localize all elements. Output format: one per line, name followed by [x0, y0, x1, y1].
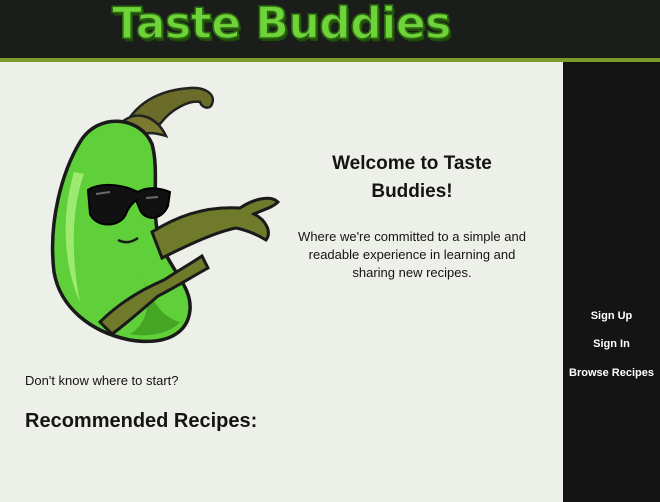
welcome-title: Welcome to Taste Buddies! — [332, 153, 492, 202]
site-header: Taste Buddies — [0, 0, 660, 62]
sidebar-item-browse-recipes[interactable]: Browse Recipes — [563, 367, 660, 379]
start-prompt: Don't know where to start? — [25, 373, 179, 388]
site-logo[interactable]: Taste Buddies — [111, 0, 452, 50]
sidebar-nav: Sign Up Sign In Browse Recipes — [563, 62, 660, 502]
pickle-mascot-image — [50, 86, 281, 344]
sidebar-item-sign-in[interactable]: Sign In — [563, 338, 660, 350]
welcome-description: Where we're committed to a simple and re… — [298, 229, 526, 280]
recommended-recipes-heading: Recommended Recipes: — [25, 410, 258, 432]
sidebar-item-sign-up[interactable]: Sign Up — [563, 310, 660, 322]
pickle-arm-right — [150, 196, 281, 261]
